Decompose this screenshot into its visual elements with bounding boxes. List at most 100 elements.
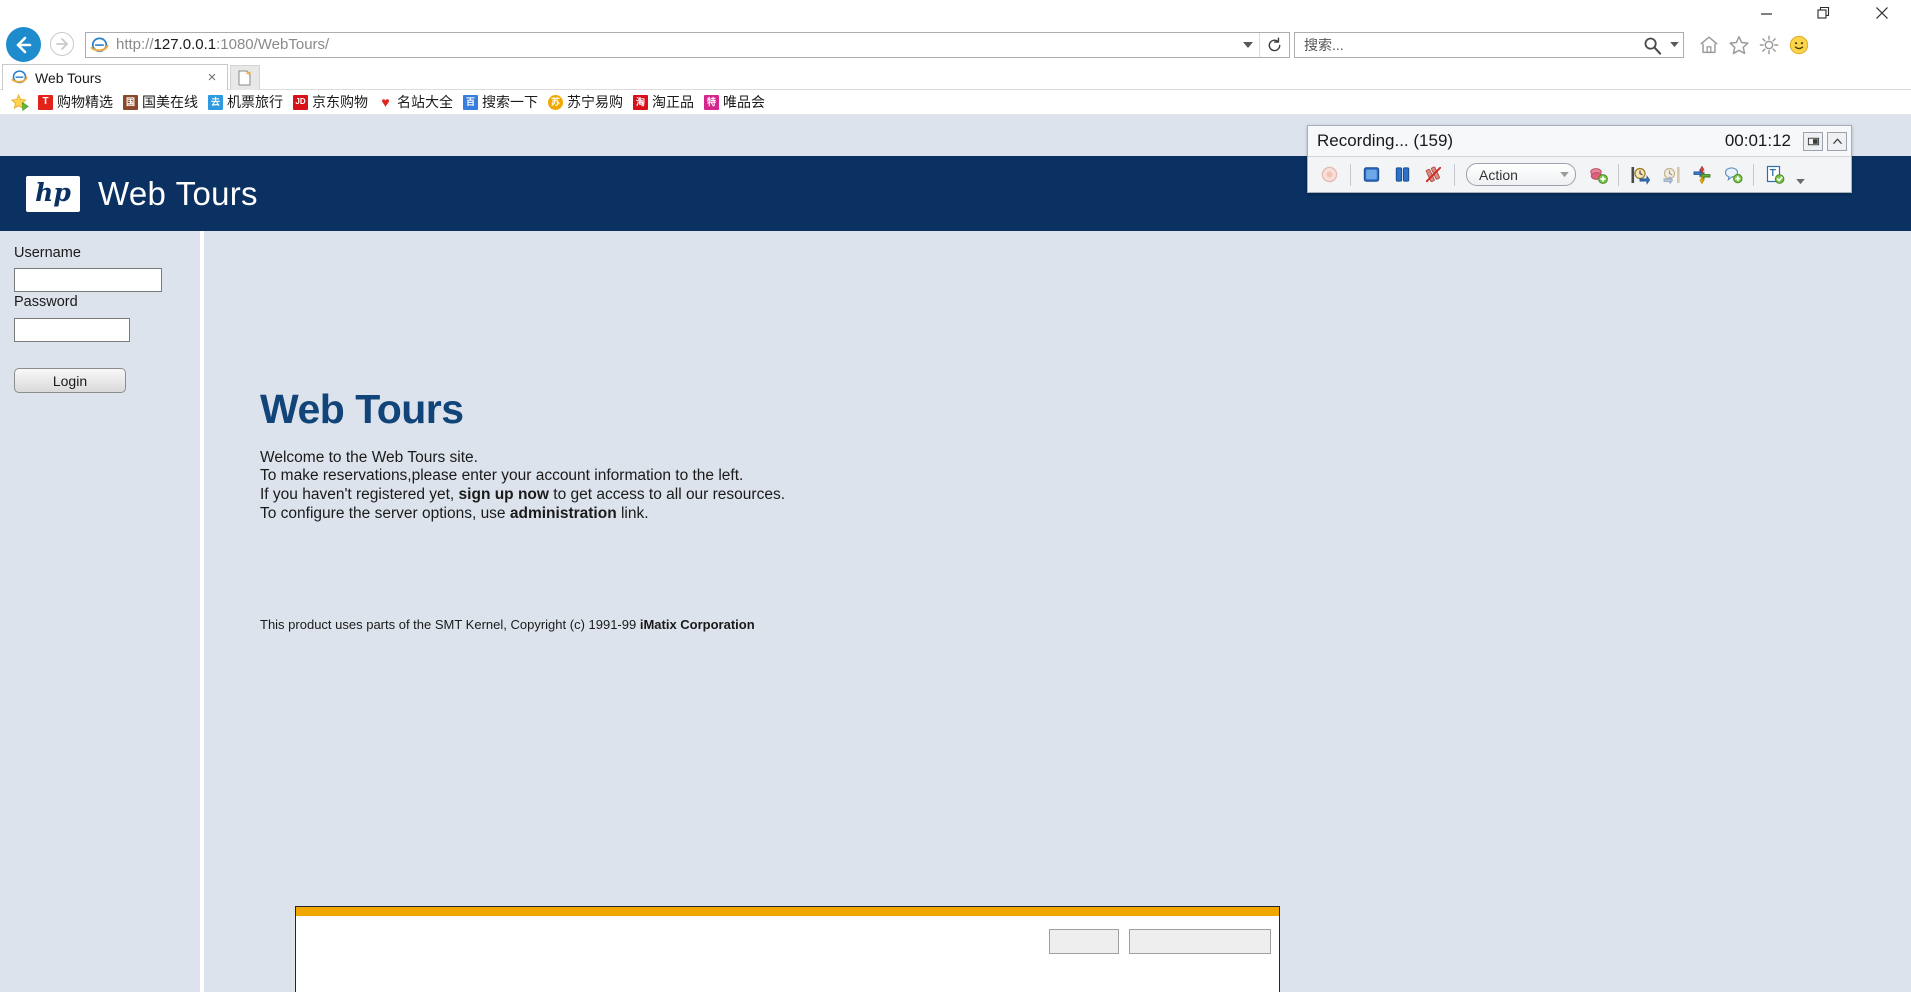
toolbar-overflow-button[interactable] xyxy=(1792,165,1808,185)
start-transaction-icon xyxy=(1630,165,1650,185)
hp-logo: hp xyxy=(26,176,80,212)
favorite-item[interactable]: 淘 淘正品 xyxy=(633,92,694,112)
favorite-label: 苏宁易购 xyxy=(567,92,623,112)
brand-word-tours: Tours xyxy=(176,175,258,212)
password-input[interactable] xyxy=(14,318,130,342)
username-label: Username xyxy=(14,245,81,261)
favorites-bar: T 购物精选 国 国美在线 去 机票旅行 JD 京东购物 ♥ 名站大全 百 搜索… xyxy=(0,90,1911,115)
welcome-line: To make reservations,please enter your a… xyxy=(260,468,785,487)
favorite-label: 淘正品 xyxy=(652,92,694,112)
search-icon[interactable] xyxy=(1639,33,1665,57)
home-icon[interactable] xyxy=(1694,30,1724,60)
add-to-favorites-icon[interactable] xyxy=(8,92,30,112)
end-transaction-button[interactable] xyxy=(1655,160,1686,189)
address-bar[interactable]: http://127.0.0.1:1080/WebTours/ xyxy=(85,32,1290,58)
favorite-item[interactable]: 去 机票旅行 xyxy=(208,92,283,112)
stop-button[interactable] xyxy=(1356,160,1387,189)
favorites-star-icon[interactable] xyxy=(1724,30,1754,60)
recording-title-row: Recording... (159) 00:01:12 xyxy=(1308,126,1851,157)
favorite-icon: 淘 xyxy=(633,95,648,110)
search-dropdown-icon[interactable] xyxy=(1665,33,1683,57)
restore-button[interactable] xyxy=(1795,0,1853,26)
start-transaction-button[interactable] xyxy=(1624,160,1655,189)
close-button[interactable] xyxy=(1853,0,1911,26)
welcome-line: Welcome to the Web Tours site. xyxy=(260,449,785,468)
chevron-down-icon xyxy=(1796,179,1805,185)
favorite-item[interactable]: 国 国美在线 xyxy=(123,92,198,112)
admin-prefix: To configure the server options, use xyxy=(260,505,510,522)
end-transaction-icon xyxy=(1661,165,1681,185)
tab-close-icon[interactable]: × xyxy=(203,68,221,88)
administration-link[interactable]: administration xyxy=(510,505,617,522)
copyright-notice: This product uses parts of the SMT Kerne… xyxy=(260,617,755,632)
minimize-button[interactable] xyxy=(1737,0,1795,26)
favorite-item[interactable]: T 购物精选 xyxy=(38,92,113,112)
favorite-item[interactable]: 苏 苏宁易购 xyxy=(548,92,623,112)
password-label: Password xyxy=(14,294,78,310)
rendezvous-button[interactable] xyxy=(1686,160,1717,189)
tab-favicon-internet-explorer-icon xyxy=(9,68,29,88)
toolbar-divider xyxy=(1454,164,1455,186)
favorite-item[interactable]: 特 唯品会 xyxy=(704,92,765,112)
pause-bars-icon xyxy=(1393,165,1412,184)
refresh-icon xyxy=(1266,37,1283,54)
rendezvous-arrows-icon xyxy=(1692,165,1712,185)
administration-line: To configure the server options, use adm… xyxy=(260,505,785,524)
login-button[interactable]: Login xyxy=(14,368,126,393)
window-title-bar xyxy=(0,0,1911,26)
gear-icon[interactable] xyxy=(1754,30,1784,60)
forward-arrow-icon xyxy=(54,36,70,52)
username-input[interactable] xyxy=(14,268,162,292)
cancel-recording-button[interactable] xyxy=(1418,160,1449,189)
notification-primary-button[interactable] xyxy=(1049,929,1119,954)
refresh-button[interactable] xyxy=(1259,33,1289,57)
cancel-slash-icon xyxy=(1424,165,1443,184)
dock-pin-icon[interactable] xyxy=(1803,132,1823,151)
favorite-icon: 特 xyxy=(704,95,719,110)
tab-strip: Web Tours × xyxy=(0,64,1911,90)
brand-word-web: Web xyxy=(98,175,166,212)
site-brand-title: Web Tours xyxy=(98,175,258,213)
collapse-chevron-up-icon[interactable] xyxy=(1827,132,1847,151)
back-button[interactable] xyxy=(6,27,41,62)
signup-prefix: If you haven't registered yet, xyxy=(260,486,459,503)
address-text: http://127.0.0.1:1080/WebTours/ xyxy=(112,33,1237,57)
favorite-icon: 国 xyxy=(123,95,138,110)
favorite-icon: 苏 xyxy=(548,95,563,110)
browser-navigation-bar: http://127.0.0.1:1080/WebTours/ 搜索... xyxy=(0,26,1911,64)
address-dropdown-icon[interactable] xyxy=(1237,33,1259,57)
signup-link[interactable]: sign up now xyxy=(459,486,549,503)
recording-status-label: Recording... (159) xyxy=(1317,131,1725,151)
internet-explorer-icon xyxy=(86,33,112,57)
window-controls xyxy=(1737,0,1911,26)
new-tab-button[interactable] xyxy=(230,65,260,90)
notification-buttons xyxy=(1049,929,1271,954)
insert-text-check-button[interactable] xyxy=(1759,160,1790,189)
favorite-label: 唯品会 xyxy=(723,92,765,112)
notification-secondary-button[interactable] xyxy=(1129,929,1271,954)
welcome-text: Welcome to the Web Tours site. To make r… xyxy=(260,449,785,523)
record-button[interactable] xyxy=(1314,160,1345,189)
tab-web-tours[interactable]: Web Tours × xyxy=(2,64,228,90)
new-action-button[interactable] xyxy=(1582,160,1613,189)
copyright-text: This product uses parts of the SMT Kerne… xyxy=(260,617,640,632)
action-select[interactable]: Action xyxy=(1466,163,1576,186)
favorite-icon: 百 xyxy=(463,95,478,110)
favorite-label: 机票旅行 xyxy=(227,92,283,112)
tab-title: Web Tours xyxy=(29,70,203,86)
smiley-feedback-icon[interactable] xyxy=(1784,30,1814,60)
record-circle-icon xyxy=(1320,165,1339,184)
favorite-item[interactable]: JD 京东购物 xyxy=(293,92,368,112)
action-select-value: Action xyxy=(1479,167,1560,183)
forward-button[interactable] xyxy=(50,32,74,56)
search-input[interactable]: 搜索... xyxy=(1295,33,1639,57)
search-bar[interactable]: 搜索... xyxy=(1294,32,1684,58)
favorite-label: 搜索一下 xyxy=(482,92,538,112)
pause-button[interactable] xyxy=(1387,160,1418,189)
copyright-company: iMatix Corporation xyxy=(640,617,755,632)
stop-square-icon xyxy=(1362,165,1381,184)
favorite-item[interactable]: 百 搜索一下 xyxy=(463,92,538,112)
favorite-item[interactable]: ♥ 名站大全 xyxy=(378,92,453,112)
insert-comment-button[interactable] xyxy=(1717,160,1748,189)
text-check-icon xyxy=(1765,165,1785,185)
